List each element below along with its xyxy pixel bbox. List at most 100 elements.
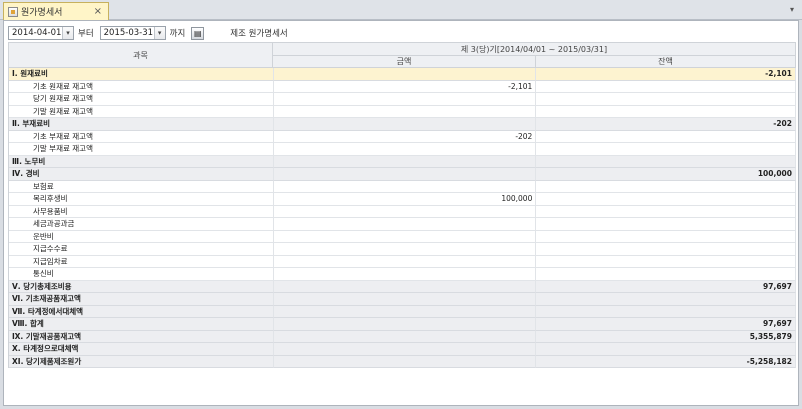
chevron-down-icon[interactable]: ▾ (153, 27, 165, 39)
column-header-item[interactable]: 과목 (9, 43, 273, 68)
table-row[interactable]: Ⅶ. 타계정에서대체액 (9, 305, 796, 318)
tab-label: 원가명세서 (21, 8, 63, 18)
end-date-input[interactable]: 2015-03-31 ▾ (99, 26, 166, 40)
table-row[interactable]: 세금과공과금 (9, 218, 796, 231)
column-header-period: 제 3(당)기[2014/04/01 ~ 2015/03/31] (273, 43, 796, 56)
item-cell: 당기 원재료 재고액 (9, 93, 274, 106)
table-row[interactable]: 기초 원재료 재고액 -2,101 (9, 80, 796, 93)
amount-cell (273, 168, 537, 181)
print-button[interactable]: ▤ (191, 26, 205, 40)
item-cell: 세금과공과금 (9, 218, 274, 231)
balance-cell (536, 205, 796, 218)
balance-cell (536, 343, 796, 356)
item-cell: ⅩⅠ. 당기제품제조원가 (9, 355, 274, 368)
item-cell: Ⅹ. 타계정으로대체액 (9, 343, 274, 356)
balance-cell (536, 80, 796, 93)
balance-cell: -5,258,182 (536, 355, 796, 368)
amount-cell (273, 143, 537, 156)
amount-cell (273, 355, 537, 368)
table-row[interactable]: 복리후생비 100,000 (9, 193, 796, 206)
balance-cell (536, 180, 796, 193)
report-panel: 2014-04-01 ▾ 부터 2015-03-31 ▾ 까지 ▤ 제조 원가명… (3, 20, 799, 406)
start-date-value: 2014-04-01 (12, 28, 62, 38)
chevron-down-icon[interactable]: ▾ (62, 27, 73, 39)
balance-cell (536, 155, 796, 168)
item-cell: 복리후생비 (9, 193, 274, 206)
balance-cell (536, 93, 796, 106)
table-row[interactable]: 당기 원재료 재고액 (9, 93, 796, 106)
end-date-value: 2015-03-31 (103, 28, 154, 38)
table-row[interactable]: 기초 부재료 재고액 -202 (9, 130, 796, 143)
amount-cell (273, 93, 537, 106)
item-cell: Ⅳ. 경비 (9, 168, 274, 181)
balance-cell (536, 218, 796, 231)
item-cell: Ⅰ. 원재료비 (9, 68, 274, 81)
amount-cell (273, 255, 537, 268)
item-cell: Ⅵ. 기초재공품재고액 (9, 293, 274, 306)
table-row[interactable]: Ⅹ. 타계정으로대체액 (9, 343, 796, 356)
table-row[interactable]: Ⅸ. 기말재공품재고액 5,355,879 (9, 330, 796, 343)
table-row[interactable]: 통신비 (9, 268, 796, 281)
start-date-input[interactable]: 2014-04-01 ▾ (8, 26, 74, 40)
item-cell: 사무용품비 (9, 205, 274, 218)
amount-cell (273, 180, 537, 193)
balance-cell (536, 293, 796, 306)
amount-cell (273, 268, 537, 281)
table-row[interactable]: Ⅰ. 원재료비 -2,101 (9, 68, 796, 81)
balance-cell: -2,101 (536, 68, 796, 81)
balance-cell (536, 243, 796, 256)
table-row[interactable]: ⅩⅠ. 당기제품제조원가 -5,258,182 (9, 355, 796, 368)
table-row[interactable]: Ⅴ. 당기총제조비용 97,697 (9, 280, 796, 293)
table-row[interactable]: 기말 원재료 재고액 (9, 105, 796, 118)
balance-cell: -202 (536, 118, 796, 131)
item-cell: 보험료 (9, 180, 274, 193)
from-label: 부터 (78, 29, 94, 39)
item-cell: 통신비 (9, 268, 274, 281)
table-row[interactable]: 운반비 (9, 230, 796, 243)
amount-cell (273, 280, 537, 293)
item-cell: Ⅴ. 당기총제조비용 (9, 280, 274, 293)
grid-header: 과목 제 3(당)기[2014/04/01 ~ 2015/03/31] 금액 잔… (9, 43, 796, 68)
balance-cell (536, 143, 796, 156)
table-row[interactable]: 지급임차료 (9, 255, 796, 268)
table-row[interactable]: Ⅱ. 부재료비 -202 (9, 118, 796, 131)
close-icon[interactable]: × (94, 6, 102, 17)
balance-cell: 5,355,879 (536, 330, 796, 343)
grid-body: Ⅰ. 원재료비 -2,101 기초 원재료 재고액 -2,101 당기 원재료 재고액 기… (9, 68, 796, 368)
amount-cell: 100,000 (273, 193, 537, 206)
document-tab-bar: 원가명세서 × ▾ (0, 0, 802, 20)
to-label: 까지 (169, 29, 186, 39)
item-cell: 기초 원재료 재고액 (9, 80, 274, 93)
item-cell: 지급수수료 (9, 243, 274, 256)
balance-cell: 100,000 (536, 168, 796, 181)
item-cell: 기말 원재료 재고액 (9, 105, 274, 118)
amount-cell: -2,101 (273, 80, 537, 93)
amount-cell (273, 155, 537, 168)
cost-statement-grid: 과목 제 3(당)기[2014/04/01 ~ 2015/03/31] 금액 잔… (8, 42, 796, 368)
table-row[interactable]: 지급수수료 (9, 243, 796, 256)
table-row[interactable]: Ⅷ. 합계 97,697 (9, 318, 796, 331)
item-cell: 기초 부재료 재고액 (9, 130, 274, 143)
amount-cell (273, 343, 537, 356)
balance-cell (536, 193, 796, 206)
column-header-amount[interactable]: 금액 (273, 56, 536, 68)
tab-list-dropdown-icon[interactable]: ▾ (790, 5, 794, 14)
balance-cell (536, 230, 796, 243)
tab-cost-statement[interactable]: 원가명세서 × (3, 2, 109, 20)
table-row[interactable]: Ⅲ. 노무비 (9, 155, 796, 168)
balance-cell (536, 255, 796, 268)
table-row[interactable]: 기말 부재료 재고액 (9, 143, 796, 156)
balance-cell (536, 268, 796, 281)
amount-cell (273, 293, 537, 306)
balance-cell (536, 305, 796, 318)
table-row[interactable]: Ⅵ. 기초재공품재고액 (9, 293, 796, 306)
item-cell: Ⅸ. 기말재공품재고액 (9, 330, 274, 343)
printer-icon: ▤ (194, 28, 202, 38)
table-row[interactable]: Ⅳ. 경비 100,000 (9, 168, 796, 181)
item-cell: Ⅷ. 합계 (9, 318, 274, 331)
item-cell: 기말 부재료 재고액 (9, 143, 274, 156)
table-row[interactable]: 사무용품비 (9, 205, 796, 218)
balance-cell (536, 130, 796, 143)
table-row[interactable]: 보험료 (9, 180, 796, 193)
column-header-balance[interactable]: 잔액 (536, 56, 796, 68)
